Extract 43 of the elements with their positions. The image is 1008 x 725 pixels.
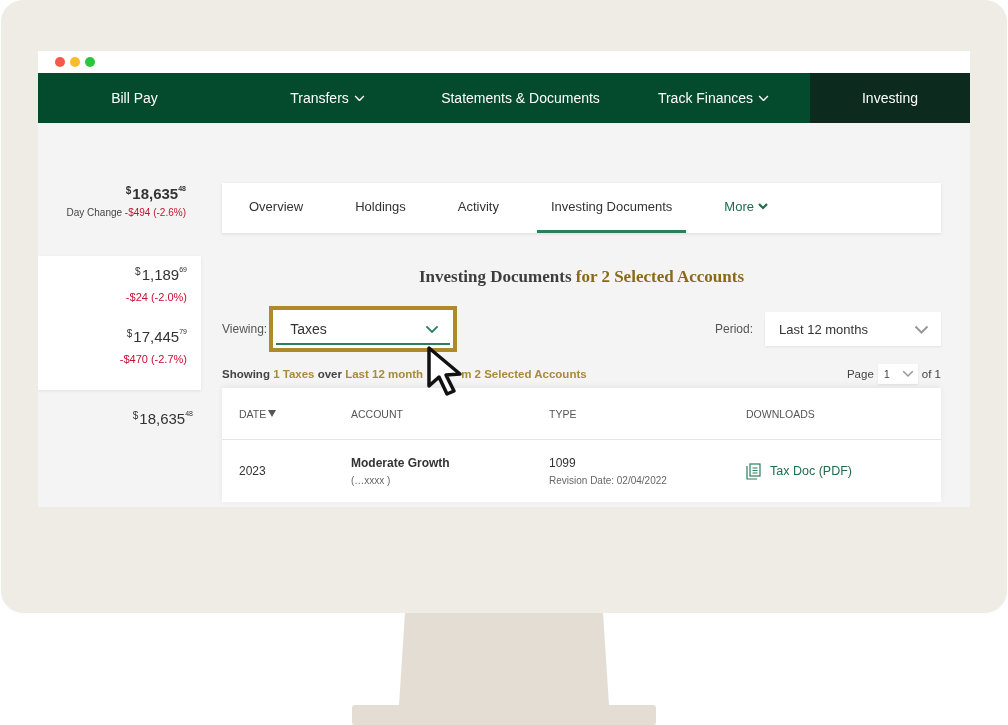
page-heading: Investing Documents for 2 Selected Accounts xyxy=(417,267,745,288)
chevron-down-icon xyxy=(425,324,440,334)
tab[interactable]: More xyxy=(710,183,782,233)
column-header[interactable]: DATE xyxy=(222,388,334,440)
window-controls-icon xyxy=(55,57,97,67)
viewing-dropdown[interactable]: Taxes xyxy=(269,306,458,352)
balance-amount: $^{$}$17,445$^{79}$ xyxy=(126,328,187,345)
chevron-down-icon xyxy=(758,203,768,210)
nav-item[interactable]: Investing xyxy=(810,73,970,123)
tab[interactable]: Overview xyxy=(235,183,318,233)
chevron-down-icon xyxy=(758,94,770,102)
chevron-down-icon xyxy=(353,94,365,102)
document-icon xyxy=(746,462,762,480)
table-cell-text: 2023 xyxy=(239,464,267,478)
balance-amount: $^{$}$1,189$^{69}$ xyxy=(135,266,187,283)
column-header[interactable]: DOWNLOADS xyxy=(729,388,941,440)
page-total: of 1 xyxy=(921,368,941,380)
results-summary: Showing 1 Taxes over Last 12 month m 2 Selected Accounts xyxy=(222,368,587,380)
revision-date: Revision Date: 02/04/2022 xyxy=(549,475,668,486)
change-text: -$470 (-2.7%) xyxy=(119,353,187,365)
nav-item[interactable]: Track Finances xyxy=(617,73,810,123)
chevron-down-icon xyxy=(901,370,914,378)
nav-item[interactable]: Transfers xyxy=(231,73,424,123)
tab[interactable]: Holdings xyxy=(341,183,420,233)
nav-item[interactable]: Statements & Documents xyxy=(424,73,617,123)
chevron-down-icon xyxy=(914,324,929,334)
page-label: Page xyxy=(846,368,874,380)
table-cell-text: 1099 xyxy=(549,456,577,470)
tab[interactable]: Activity xyxy=(443,183,513,233)
period-label: Period: xyxy=(714,322,753,336)
period-dropdown[interactable]: Last 12 months xyxy=(765,312,941,346)
balance-amount: $^{$}$18,635$^{48}$ xyxy=(132,410,193,427)
viewing-label: Viewing: xyxy=(222,322,268,336)
nav-item[interactable]: Bill Pay xyxy=(38,73,231,123)
download-link[interactable]: Tax Doc (PDF) xyxy=(770,464,852,478)
account-name: Moderate Growth xyxy=(351,456,451,470)
account-number: (…xxxx ) xyxy=(351,475,392,486)
day-change-text: Day Change -$494 (-2.6%) xyxy=(66,207,186,218)
change-text: -$24 (-2.0%) xyxy=(125,291,187,303)
balance-amount: $^{$}$18,635$^{48}$ xyxy=(125,185,186,202)
column-header[interactable]: TYPE xyxy=(532,388,729,440)
tab[interactable]: Investing Documents xyxy=(536,183,687,233)
page-dropdown[interactable]: 1 xyxy=(877,364,918,384)
